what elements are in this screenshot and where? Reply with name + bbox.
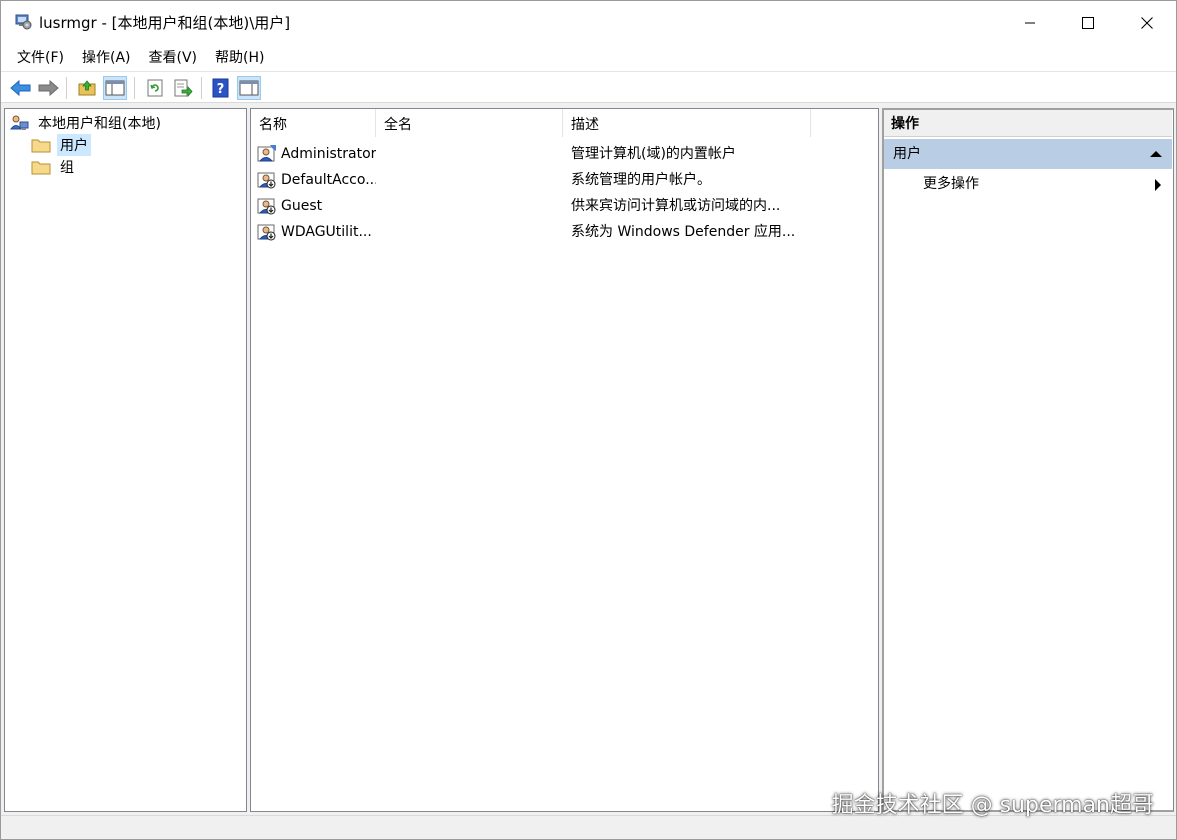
user-fullname-cell bbox=[384, 192, 564, 218]
up-one-level-button[interactable] bbox=[75, 76, 99, 100]
help-button[interactable]: ? bbox=[209, 76, 233, 100]
svg-text:?: ? bbox=[217, 82, 225, 97]
list-header: 名称 全名 描述 bbox=[251, 109, 878, 137]
more-actions-label: 更多操作 bbox=[923, 176, 979, 192]
console-tree-pane[interactable]: 本地用户和组(本地) 用户 组 bbox=[4, 108, 247, 812]
help-icon: ? bbox=[212, 78, 229, 98]
tree-label-groups: 组 bbox=[60, 160, 74, 176]
show-hide-action-pane-icon bbox=[239, 80, 259, 96]
submenu-arrow-icon bbox=[1155, 179, 1161, 191]
disabled-user-icon bbox=[257, 222, 277, 242]
toolbar-separator bbox=[66, 77, 67, 99]
export-list-icon bbox=[174, 79, 193, 97]
back-button[interactable] bbox=[9, 76, 33, 100]
disabled-user-icon bbox=[257, 170, 277, 190]
tree-item-groups[interactable]: 组 bbox=[31, 156, 77, 178]
tree-label-users: 用户 bbox=[57, 134, 91, 156]
user-description-cell: 系统管理的用户帐户。 bbox=[571, 172, 711, 188]
more-actions-item[interactable]: 更多操作 bbox=[884, 170, 1172, 198]
show-hide-tree-button[interactable] bbox=[103, 76, 127, 100]
user-name-cell: WDAGUtilit... bbox=[281, 224, 372, 240]
tree-item-users[interactable]: 用户 bbox=[31, 134, 91, 156]
user-description-cell: 供来宾访问计算机或访问域的内... bbox=[571, 198, 781, 214]
action-pane: 操作 用户 更多操作 bbox=[882, 108, 1174, 812]
folder-icon bbox=[31, 136, 51, 154]
window-title: lusrmgr - [本地用户和组(本地)\用户] bbox=[39, 14, 291, 32]
user-name-cell: DefaultAcco... bbox=[281, 172, 376, 188]
menu-help[interactable]: 帮助(H) bbox=[207, 45, 272, 71]
table-row[interactable]: Guest 供来宾访问计算机或访问域的内... bbox=[251, 192, 878, 218]
user-fullname-cell bbox=[384, 166, 564, 192]
menu-action[interactable]: 操作(A) bbox=[74, 45, 139, 71]
toolbar-separator bbox=[201, 77, 202, 99]
toolbar: ? bbox=[1, 71, 1176, 103]
column-header-description[interactable]: 描述 bbox=[563, 109, 811, 137]
action-section-label: 用户 bbox=[893, 146, 921, 162]
refresh-icon bbox=[147, 79, 163, 97]
user-list-pane[interactable]: 名称 全名 描述 Administrator 管理计算机(域)的内置帐户 Def… bbox=[250, 108, 879, 812]
maximize-icon bbox=[1082, 17, 1094, 29]
forward-button[interactable] bbox=[36, 76, 60, 100]
folder-icon bbox=[31, 158, 51, 176]
up-folder-icon bbox=[78, 80, 96, 96]
mmc-window: lusrmgr - [本地用户和组(本地)\用户] 文件(F) 操作(A) 查看… bbox=[0, 0, 1177, 840]
back-arrow-icon bbox=[10, 79, 31, 97]
refresh-button[interactable] bbox=[143, 76, 167, 100]
user-description-cell: 系统为 Windows Defender 应用... bbox=[571, 224, 796, 240]
admin-user-icon bbox=[257, 144, 277, 164]
column-header-name[interactable]: 名称 bbox=[251, 109, 376, 137]
action-pane-title: 操作 bbox=[884, 110, 1172, 137]
table-row[interactable]: WDAGUtilit... 系统为 Windows Defender 应用... bbox=[251, 218, 878, 244]
user-description-cell: 管理计算机(域)的内置帐户 bbox=[571, 146, 736, 162]
user-fullname-cell bbox=[384, 140, 564, 166]
menu-file[interactable]: 文件(F) bbox=[9, 45, 72, 71]
collapse-triangle-icon[interactable] bbox=[1150, 151, 1162, 157]
menu-view[interactable]: 查看(V) bbox=[141, 45, 206, 71]
column-header-fullname[interactable]: 全名 bbox=[376, 109, 563, 137]
title-bar[interactable]: lusrmgr - [本地用户和组(本地)\用户] bbox=[1, 1, 1176, 45]
toolbar-separator bbox=[134, 77, 135, 99]
action-section-users[interactable]: 用户 bbox=[884, 139, 1172, 169]
table-row[interactable]: Administrator 管理计算机(域)的内置帐户 bbox=[251, 140, 878, 166]
user-fullname-cell bbox=[384, 218, 564, 244]
tree-label-root: 本地用户和组(本地) bbox=[38, 116, 161, 132]
local-users-groups-icon bbox=[9, 114, 29, 132]
forward-arrow-icon bbox=[38, 79, 59, 97]
close-button[interactable] bbox=[1118, 1, 1176, 45]
user-name-cell: Administrator bbox=[281, 146, 376, 162]
minimize-button[interactable] bbox=[1001, 1, 1059, 45]
menu-bar: 文件(F) 操作(A) 查看(V) 帮助(H) bbox=[1, 45, 1176, 71]
watermark: 掘金技术社区 @ superman超哥 bbox=[831, 793, 1154, 818]
table-row[interactable]: DefaultAcco... 系统管理的用户帐户。 bbox=[251, 166, 878, 192]
computer-management-icon bbox=[13, 12, 33, 32]
close-icon bbox=[1141, 17, 1153, 29]
show-hide-tree-icon bbox=[105, 80, 125, 96]
show-hide-action-pane-button[interactable] bbox=[237, 76, 261, 100]
disabled-user-icon bbox=[257, 196, 277, 216]
export-list-button[interactable] bbox=[171, 76, 195, 100]
tree-item-local-users-groups[interactable]: 本地用户和组(本地) bbox=[9, 112, 164, 134]
minimize-icon bbox=[1025, 22, 1035, 24]
user-name-cell: Guest bbox=[281, 198, 323, 214]
maximize-button[interactable] bbox=[1059, 1, 1117, 45]
